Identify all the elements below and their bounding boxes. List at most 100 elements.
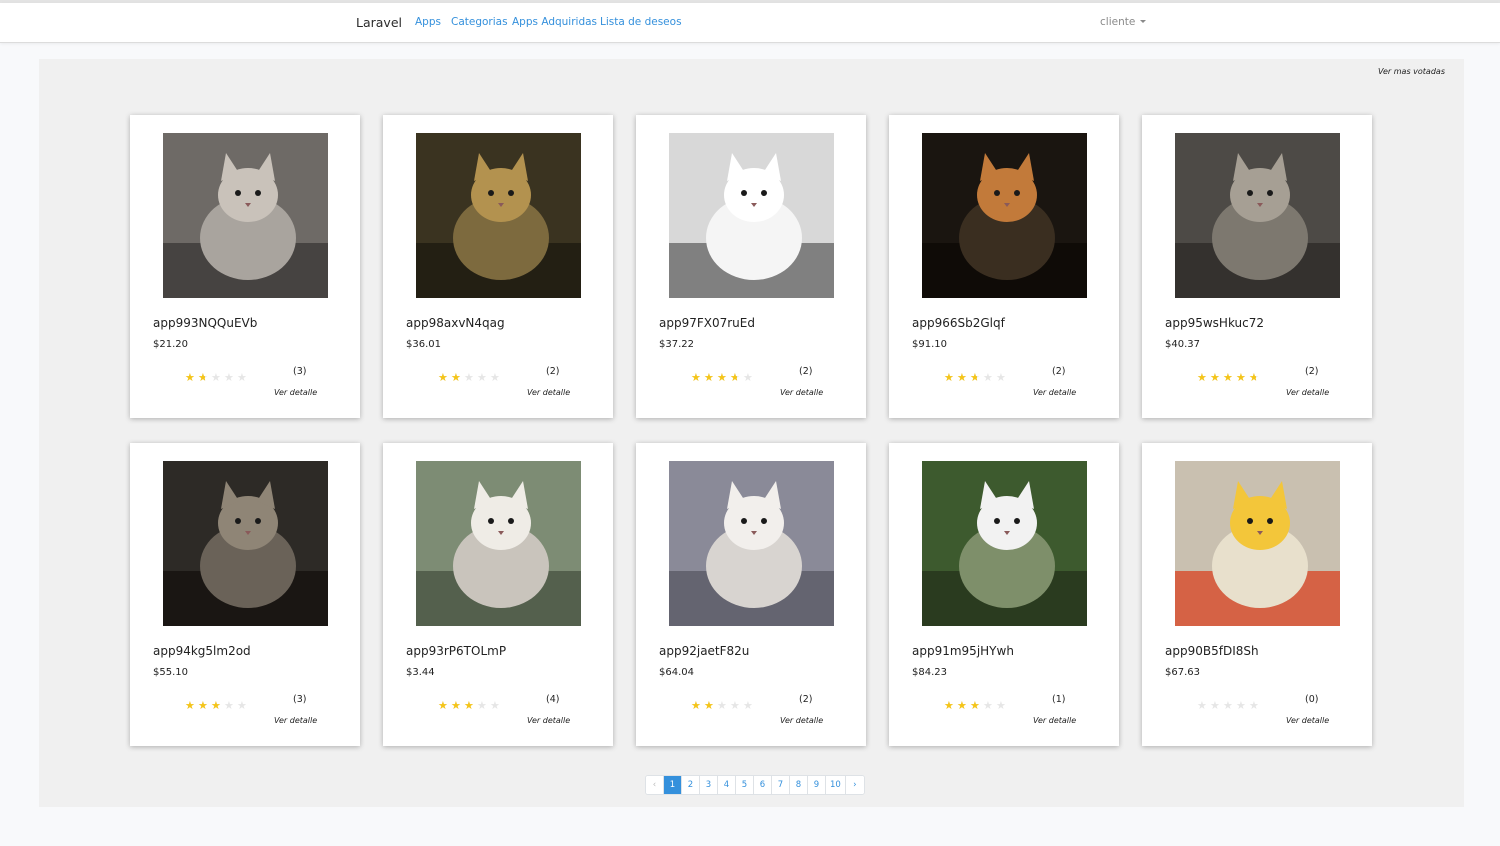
star-icon: ★★: [211, 371, 221, 384]
app-thumbnail[interactable]: [669, 133, 834, 298]
star-icon: ★★: [1210, 371, 1220, 384]
star-icon: ★★: [996, 699, 1006, 712]
ver-mas-votadas-link[interactable]: Ver mas votadas: [1378, 67, 1445, 76]
ver-detalle-link[interactable]: Ver detalle: [1286, 716, 1329, 725]
nav-link-apps-adquiridas[interactable]: Apps Adquiridas: [512, 16, 597, 28]
star-icon: ★★: [704, 371, 714, 384]
app-price: $55.10: [153, 667, 188, 678]
star-icon: ★★: [944, 371, 954, 384]
app-thumbnail[interactable]: [416, 133, 581, 298]
star-icon: ★★: [717, 699, 727, 712]
star-icon: ★★: [490, 371, 500, 384]
app-card: app98axvN4qag $36.01 ★★★★★★★★★★ (2) Ver deta…: [383, 115, 613, 418]
app-name: app98axvN4qag: [406, 316, 505, 330]
rating-stars: ★★★★★★★★★★: [1197, 694, 1262, 712]
star-icon: ★★: [691, 699, 701, 712]
star-icon: ★★: [704, 699, 714, 712]
star-icon: ★★: [691, 371, 701, 384]
rating-count: (2): [799, 694, 813, 705]
app-thumbnail[interactable]: [1175, 133, 1340, 298]
star-icon: ★★: [730, 699, 740, 712]
app-name: app90B5fDI8Sh: [1165, 644, 1259, 658]
pagination-page[interactable]: 8: [790, 776, 808, 794]
star-icon: ★★: [1249, 699, 1259, 712]
pagination-page[interactable]: 1: [664, 776, 682, 794]
star-icon: ★★: [1210, 699, 1220, 712]
ver-detalle-link[interactable]: Ver detalle: [527, 388, 570, 397]
app-card: app966Sb2Glqf$91.10★★★★★★★★★★(2)Ver deta…: [889, 115, 1119, 418]
app-price: $67.63: [1165, 667, 1200, 678]
rating-stars: ★★★★★★★★★★: [438, 694, 503, 712]
star-icon: ★★: [438, 699, 448, 712]
pagination-page[interactable]: 3: [700, 776, 718, 794]
app-thumbnail[interactable]: [163, 461, 328, 626]
app-name: app97FX07ruEd: [659, 316, 755, 330]
ver-detalle-link[interactable]: Ver detalle: [780, 388, 823, 397]
star-icon: ★★: [211, 699, 221, 712]
app-thumbnail[interactable]: [922, 133, 1087, 298]
app-name: app966Sb2Glqf: [912, 316, 1005, 330]
ver-detalle-link[interactable]: Ver detalle: [1033, 388, 1076, 397]
nav-link-categorias[interactable]: Categorias: [451, 16, 508, 28]
pagination-next[interactable]: ›: [845, 776, 864, 794]
app-price: $37.22: [659, 339, 694, 350]
nav-link-lista-de-deseos[interactable]: Lista de deseos: [600, 16, 682, 28]
app-price: $36.01: [406, 339, 441, 350]
pagination-prev[interactable]: ‹: [646, 776, 664, 794]
rating-stars: ★★★★★★★★★★: [691, 694, 756, 712]
ver-detalle-link[interactable]: Ver detalle: [274, 716, 317, 725]
star-icon: ★★: [730, 371, 740, 384]
brand-link[interactable]: Laravel: [356, 15, 402, 30]
app-card: app93rP6TOLmP$3.44★★★★★★★★★★(4)Ver detal…: [383, 443, 613, 746]
pagination-page[interactable]: 5: [736, 776, 754, 794]
nav-link-apps[interactable]: Apps: [415, 16, 441, 28]
star-icon: ★★: [1236, 371, 1246, 384]
rating-count: (0): [1305, 694, 1319, 705]
star-icon: ★★: [1249, 371, 1259, 384]
app-price: $64.04: [659, 667, 694, 678]
star-icon: ★★: [451, 371, 461, 384]
star-icon: ★★: [198, 371, 208, 384]
user-dropdown[interactable]: cliente: [1100, 16, 1147, 28]
rating-stars: ★★★★★★★★★★: [185, 694, 250, 712]
pagination-page[interactable]: 9: [808, 776, 826, 794]
app-thumbnail[interactable]: [1175, 461, 1340, 626]
star-icon: ★★: [224, 699, 234, 712]
ver-detalle-link[interactable]: Ver detalle: [527, 716, 570, 725]
pagination-page[interactable]: 10: [826, 776, 846, 794]
app-card: app97FX07ruEd$37.22★★★★★★★★★★(2)Ver deta…: [636, 115, 866, 418]
star-icon: ★★: [438, 371, 448, 384]
app-thumbnail[interactable]: [416, 461, 581, 626]
app-thumbnail[interactable]: [669, 461, 834, 626]
ver-detalle-link[interactable]: Ver detalle: [1286, 388, 1329, 397]
pagination-page[interactable]: 4: [718, 776, 736, 794]
pagination-page[interactable]: 7: [772, 776, 790, 794]
star-icon: ★★: [237, 699, 247, 712]
ver-detalle-link[interactable]: Ver detalle: [780, 716, 823, 725]
star-icon: ★★: [743, 371, 753, 384]
rating-count: (2): [546, 366, 560, 377]
rating-stars: ★★★★★★★★★★: [438, 366, 503, 384]
rating-stars: ★★★★★★★★★★: [1197, 366, 1262, 384]
ver-detalle-link[interactable]: Ver detalle: [1033, 716, 1076, 725]
rating-stars: ★★★★★★★★★★: [944, 694, 1009, 712]
star-icon: ★★: [970, 371, 980, 384]
app-card: app95wsHkuc72 $40.37 ★ ★ ★ ★ ★ ★ ★ ★ ★ ★ (2) Ver deta…: [1142, 115, 1372, 418]
rating-stars: ★★★★★★★★★★: [944, 366, 1009, 384]
pagination-page[interactable]: 2: [682, 776, 700, 794]
star-icon: ★★: [970, 699, 980, 712]
app-thumbnail[interactable]: [922, 461, 1087, 626]
star-icon: ★★: [957, 699, 967, 712]
pagination-page[interactable]: 6: [754, 776, 772, 794]
app-price: $40.37: [1165, 339, 1200, 350]
navbar: Laravel Apps Categorias Apps Adquiridas …: [0, 3, 1500, 43]
rating-count: (3): [293, 694, 307, 705]
star-icon: ★★: [237, 371, 247, 384]
app-thumbnail[interactable]: [163, 133, 328, 298]
star-icon: ★★: [1197, 699, 1207, 712]
ver-detalle-link[interactable]: Ver detalle: [274, 388, 317, 397]
star-icon: ★★: [185, 371, 195, 384]
app-price: $21.20: [153, 339, 188, 350]
star-icon: ★★: [717, 371, 727, 384]
star-icon: ★★: [983, 699, 993, 712]
